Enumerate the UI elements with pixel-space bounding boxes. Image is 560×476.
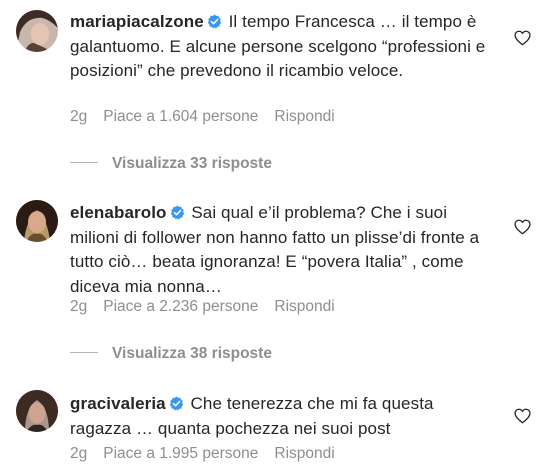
comment-body: gracivaleria Che tenerezza che mi fa que… <box>70 392 490 441</box>
timestamp: 2g <box>70 298 88 315</box>
heart-outline-icon[interactable] <box>514 219 531 235</box>
username[interactable]: gracivaleria <box>70 394 166 413</box>
reply-button[interactable]: Rispondi <box>274 445 334 462</box>
reply-button[interactable]: Rispondi <box>274 298 334 315</box>
username[interactable]: mariapiacalzone <box>70 12 204 31</box>
verified-badge-icon <box>170 205 184 220</box>
comment-body: elenabarolo Sai qual e’il problema? Che … <box>70 201 490 299</box>
avatar[interactable] <box>16 390 58 432</box>
replies-divider <box>70 352 98 353</box>
comment-meta: 2g Piace a 2.236 persone Rispondi <box>70 298 351 316</box>
replies-divider <box>70 162 98 163</box>
verified-badge-icon <box>169 396 183 411</box>
username[interactable]: elenabarolo <box>70 203 167 222</box>
likes-count[interactable]: Piace a 1.604 persone <box>103 108 258 125</box>
view-replies-label: Visualizza 33 risposte <box>112 155 272 172</box>
comment-body: mariapiacalzone Il tempo Francesca … il … <box>70 10 490 84</box>
heart-outline-icon[interactable] <box>514 408 531 424</box>
likes-count[interactable]: Piace a 1.995 persone <box>103 445 258 462</box>
comment-meta: 2g Piace a 1.604 persone Rispondi <box>70 108 351 126</box>
avatar[interactable] <box>16 200 58 242</box>
comment-meta: 2g Piace a 1.995 persone Rispondi <box>70 445 351 463</box>
reply-button[interactable]: Rispondi <box>274 108 334 125</box>
view-replies-button[interactable]: Visualizza 38 risposte <box>70 345 272 363</box>
heart-outline-icon[interactable] <box>514 30 531 46</box>
avatar[interactable] <box>16 10 58 52</box>
view-replies-label: Visualizza 38 risposte <box>112 345 272 362</box>
likes-count[interactable]: Piace a 2.236 persone <box>103 298 258 315</box>
verified-badge-icon <box>207 14 222 29</box>
view-replies-button[interactable]: Visualizza 33 risposte <box>70 155 272 173</box>
timestamp: 2g <box>70 445 88 462</box>
timestamp: 2g <box>70 108 88 125</box>
